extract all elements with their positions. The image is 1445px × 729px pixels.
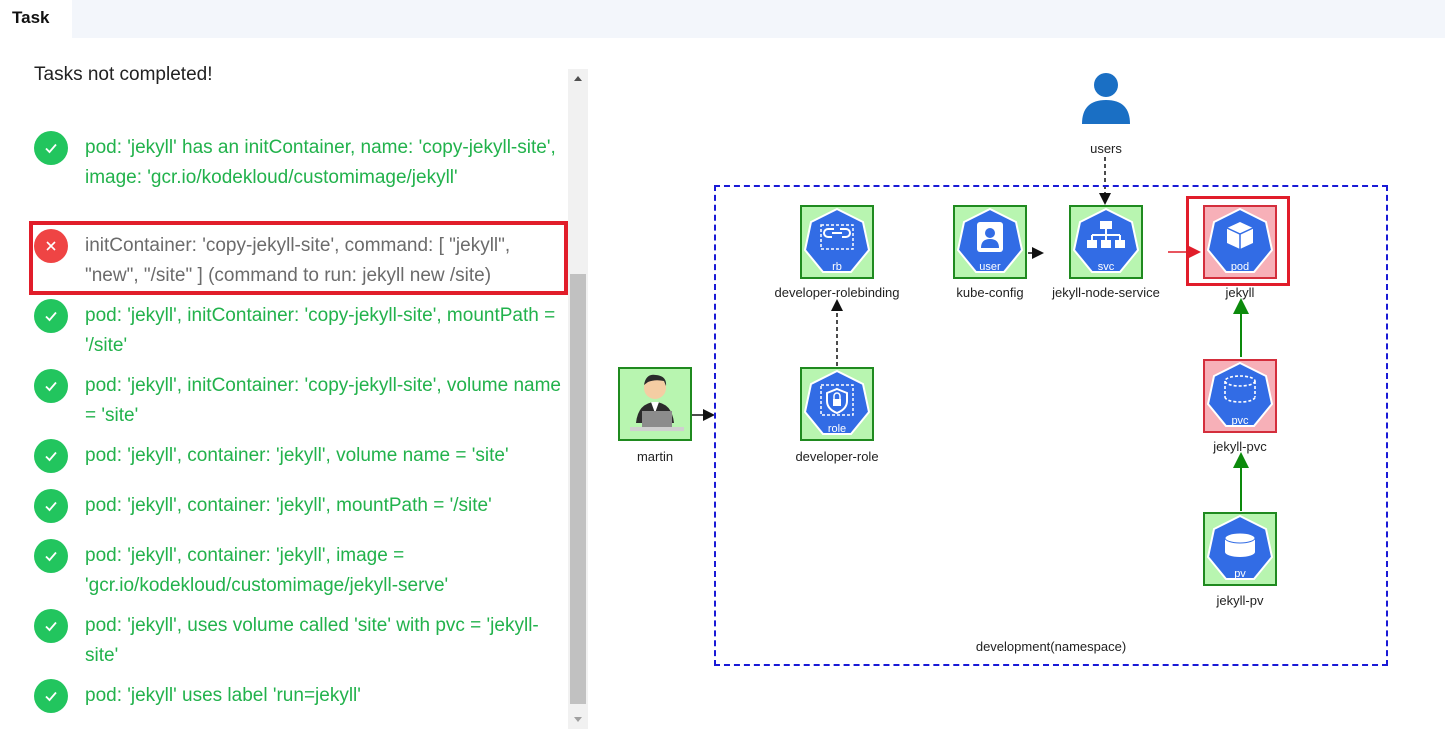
node-label: developer-rolebinding [774, 285, 900, 300]
task-item: pod: 'jekyll', container: 'jekyll', imag… [34, 539, 569, 601]
task-text: pod: 'jekyll', initContainer: 'copy-jeky… [85, 305, 556, 356]
users-icon [1082, 73, 1130, 124]
node-label: jekyll-pvc [1213, 439, 1267, 454]
node-label: jekyll [1225, 285, 1255, 300]
task-item: pod: 'jekyll' uses label 'run=jekyll' [34, 679, 569, 713]
node-code: role [827, 423, 847, 435]
person-at-desk-icon [630, 374, 684, 431]
tab-task[interactable]: Task [0, 0, 72, 38]
task-item: pod: 'jekyll' has an initContainer, name… [34, 131, 569, 193]
node-code: svc [1097, 261, 1115, 273]
namespace-label: development(namespace) [975, 639, 1127, 654]
check-icon [34, 369, 68, 403]
task-item: pod: 'jekyll', uses volume called 'site'… [34, 609, 569, 671]
task-item: pod: 'jekyll', container: 'jekyll', moun… [34, 489, 569, 523]
node-jekyll-node-service[interactable]: svc [1069, 205, 1143, 279]
node-martin[interactable] [618, 367, 692, 441]
node-code: rb [832, 261, 842, 273]
task-text: pod: 'jekyll', initContainer: 'copy-jeky… [85, 375, 561, 426]
check-icon [34, 679, 68, 713]
task-item: pod: 'jekyll', initContainer: 'copy-jeky… [34, 369, 569, 431]
task-text: pod: 'jekyll', container: 'jekyll', volu… [85, 445, 509, 466]
node-code: pvc [1231, 415, 1249, 427]
task-list-panel: Tasks not completed! pod: 'jekyll' has a… [0, 38, 590, 729]
tab-bar: Task [0, 0, 1445, 38]
node-code: pv [1234, 568, 1246, 580]
task-text: pod: 'jekyll' uses label 'run=jekyll' [85, 685, 361, 706]
check-icon [34, 439, 68, 473]
check-icon [34, 131, 68, 165]
check-icon [34, 609, 68, 643]
node-label: jekyll-pv [1216, 593, 1264, 608]
task-text: pod: 'jekyll', container: 'jekyll', moun… [85, 495, 492, 516]
node-label: kube-config [956, 285, 1024, 300]
pod-error-highlight [1186, 196, 1290, 286]
users-label: users [1090, 141, 1122, 156]
node-code: user [979, 261, 1001, 273]
node-label: developer-role [795, 449, 879, 464]
node-kube-config[interactable]: user [953, 205, 1027, 279]
task-window: Task Tasks not completed! pod: 'jekyll' … [0, 0, 1445, 729]
task-item: pod: 'jekyll', container: 'jekyll', volu… [34, 439, 569, 473]
node-developer-rolebinding[interactable]: rb [800, 205, 874, 279]
task-text: pod: 'jekyll', container: 'jekyll', imag… [85, 545, 449, 596]
panel-title: Tasks not completed! [34, 64, 213, 85]
scroll-down-arrow-icon[interactable] [568, 709, 588, 729]
scrollbar[interactable] [568, 69, 588, 729]
task-item: pod: 'jekyll', initContainer: 'copy-jeky… [34, 299, 569, 361]
node-label: martin [636, 449, 674, 464]
node-jekyll-pv[interactable]: pv [1203, 512, 1277, 586]
scrollbar-thumb[interactable] [570, 274, 586, 704]
task-text: pod: 'jekyll' has an initContainer, name… [85, 137, 556, 188]
check-icon [34, 539, 68, 573]
node-developer-role[interactable]: role [800, 367, 874, 441]
check-icon [34, 299, 68, 333]
task-text: pod: 'jekyll', uses volume called 'site'… [85, 615, 539, 666]
failed-task-highlight [29, 221, 568, 295]
check-icon [34, 489, 68, 523]
node-label: jekyll-node-service [1052, 285, 1160, 300]
node-jekyll-pvc[interactable]: pvc [1203, 359, 1277, 433]
architecture-diagram: users development(namespace) martin rb d… [600, 38, 1445, 729]
scroll-up-arrow-icon[interactable] [568, 69, 588, 89]
